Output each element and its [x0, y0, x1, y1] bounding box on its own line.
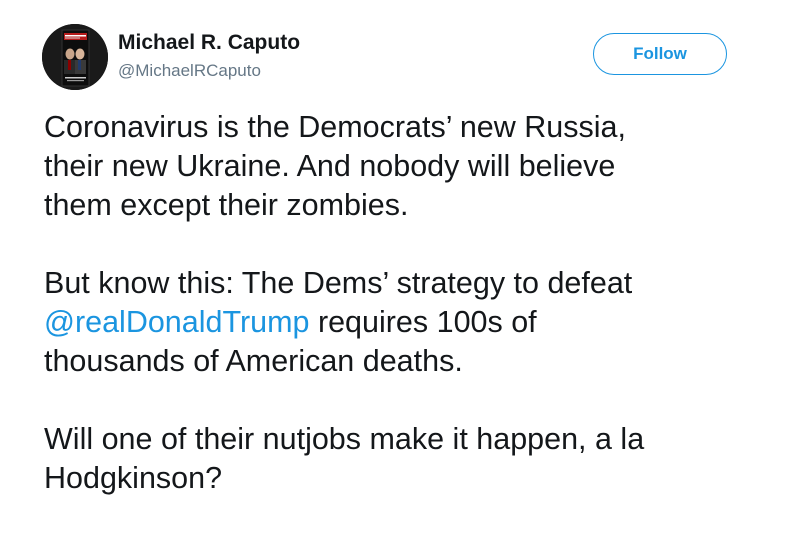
- tweet-paragraph: Will one of their nutjobs make it happen…: [44, 420, 784, 498]
- tweet-text: Coronavirus is the Democrats’ new Russia…: [44, 108, 784, 498]
- book-cover-avatar-icon: [42, 24, 108, 90]
- author-name[interactable]: Michael R. Caputo: [118, 30, 300, 56]
- tweet-line: thousands of American deaths.: [44, 344, 463, 378]
- tweet-line: Hodgkinson?: [44, 461, 223, 495]
- tweet-paragraph: Coronavirus is the Democrats’ new Russia…: [44, 108, 784, 225]
- author-handle[interactable]: @MichaelRCaputo: [118, 60, 261, 82]
- tweet-line: Will one of their nutjobs make it happen…: [44, 422, 645, 456]
- tweet-card: Michael R. Caputo @MichaelRCaputo Follow…: [0, 0, 800, 543]
- tweet-paragraph: But know this: The Dems’ strategy to def…: [44, 264, 784, 381]
- tweet-line: them except their zombies.: [44, 188, 409, 222]
- tweet-line: their new Ukraine. And nobody will belie…: [44, 149, 616, 183]
- tweet-line: requires 100s of: [309, 305, 537, 339]
- tweet-line: Coronavirus is the Democrats’ new Russia…: [44, 110, 626, 144]
- follow-button[interactable]: Follow: [593, 33, 727, 75]
- avatar[interactable]: [42, 24, 108, 90]
- mention-link[interactable]: @realDonaldTrump: [44, 305, 309, 339]
- tweet-line: But know this: The Dems’ strategy to def…: [44, 266, 633, 300]
